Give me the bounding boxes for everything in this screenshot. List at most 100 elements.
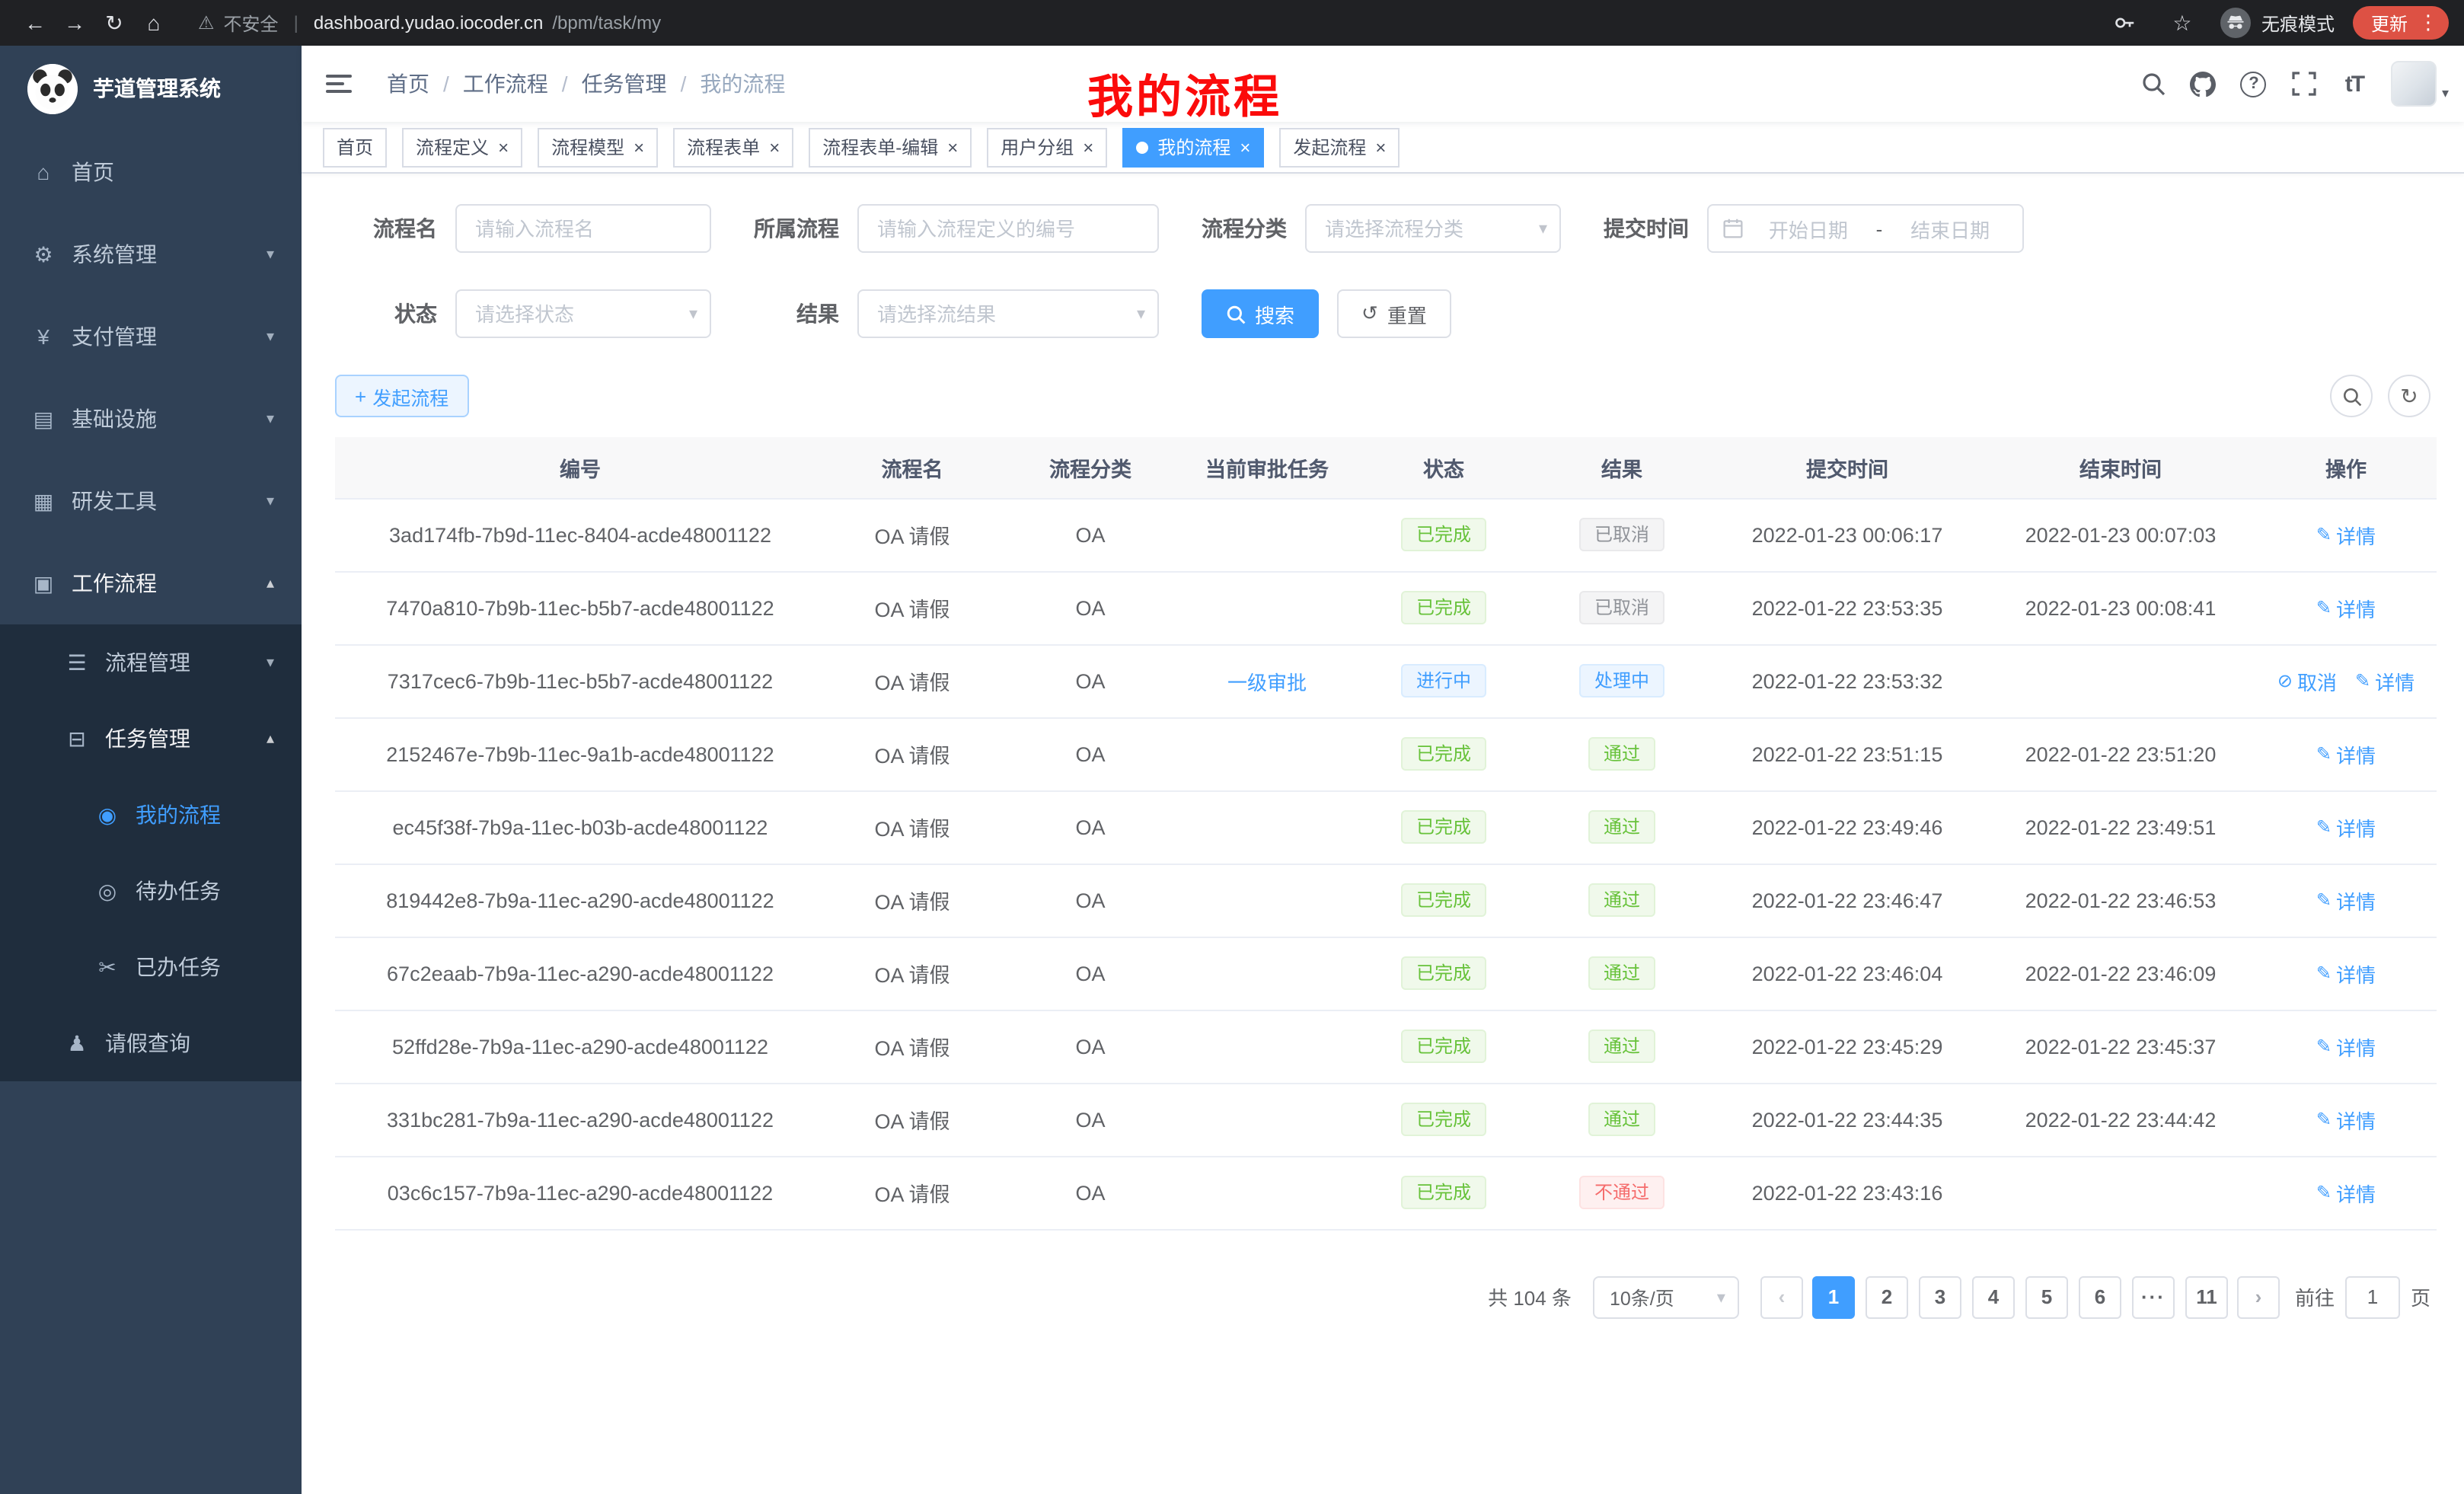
- back-icon[interactable]: ←: [15, 3, 55, 43]
- page-button-5[interactable]: 5: [2025, 1275, 2068, 1318]
- update-button[interactable]: 更新 ⋮: [2353, 6, 2449, 40]
- status-badge: 已完成: [1401, 956, 1486, 990]
- detail-link[interactable]: ✎详情: [2316, 959, 2376, 988]
- cancel-link[interactable]: ⊘取消: [2277, 666, 2337, 695]
- close-icon[interactable]: ×: [1240, 138, 1250, 156]
- page-button-1[interactable]: 1: [1812, 1275, 1855, 1318]
- address-bar[interactable]: ⚠ 不安全 | dashboard.yudao.iocoder.cn/bpm/t…: [198, 10, 2105, 36]
- refresh-table-button[interactable]: ↻: [2388, 375, 2430, 417]
- toggle-search-button[interactable]: [2330, 375, 2373, 417]
- user-avatar[interactable]: [2392, 61, 2437, 107]
- page-button-3[interactable]: 3: [1919, 1275, 1961, 1318]
- reset-button[interactable]: ↺ 重置: [1337, 289, 1451, 338]
- fullscreen-icon[interactable]: [2279, 59, 2329, 108]
- status-select[interactable]: [455, 289, 711, 338]
- screen: ← → ↻ ⌂ ⚠ 不安全 | dashboard.yudao.iocoder.…: [0, 0, 2464, 1494]
- detail-link[interactable]: ✎详情: [2316, 739, 2376, 768]
- prev-page-button[interactable]: ‹: [1760, 1275, 1803, 1318]
- create-process-button[interactable]: + 发起流程: [335, 375, 468, 417]
- date-range-picker[interactable]: 开始日期 - 结束日期: [1707, 204, 2024, 253]
- home-icon[interactable]: ⌂: [134, 3, 174, 43]
- tab-label: 用户分组: [1001, 134, 1074, 160]
- sidebar-item-dev-tools[interactable]: ▦研发工具▾: [0, 460, 302, 542]
- current-task-link[interactable]: 一级审批: [1227, 666, 1307, 695]
- filter-submit-time: 提交时间 开始日期 - 结束日期: [1604, 204, 2024, 253]
- sidebar-item-workflow[interactable]: ▣工作流程▴: [0, 542, 302, 624]
- sidebar-item-process-management[interactable]: ☰流程管理▾: [0, 624, 302, 701]
- sidebar-item-label: 请假查询: [105, 1028, 190, 1058]
- detail-link[interactable]: ✎详情: [2316, 520, 2376, 549]
- search-button[interactable]: 搜索: [1202, 289, 1319, 338]
- next-page-button[interactable]: ›: [2237, 1275, 2280, 1318]
- sidebar-item-infrastructure[interactable]: ▤基础设施▾: [0, 378, 302, 460]
- eye-icon: ◎: [94, 878, 120, 904]
- chat-icon: ◉: [94, 802, 120, 828]
- tab-流程表单[interactable]: 流程表单×: [673, 127, 793, 167]
- tab-首页[interactable]: 首页: [323, 127, 387, 167]
- bookmark-star-icon[interactable]: ☆: [2162, 3, 2202, 43]
- sidebar-item-leave-query[interactable]: ♟ 请假查询: [0, 1005, 302, 1081]
- process-name-input[interactable]: [455, 204, 711, 253]
- cell-end-time: 2022-01-23 00:08:41: [1986, 571, 2255, 644]
- result-select[interactable]: [857, 289, 1159, 338]
- detail-link[interactable]: ✎详情: [2355, 666, 2415, 695]
- sidebar-item-system-management[interactable]: ⚙系统管理▾: [0, 213, 302, 295]
- cell-result: 通过: [1535, 790, 1709, 864]
- sidebar-item-task-management[interactable]: ⊟任务管理▴: [0, 701, 302, 777]
- user-icon: ♟: [64, 1030, 90, 1056]
- page-button-6[interactable]: 6: [2079, 1275, 2121, 1318]
- sidebar-item-done-tasks[interactable]: ✂已办任务: [0, 929, 302, 1005]
- category-select[interactable]: [1305, 204, 1561, 253]
- tab-label: 我的流程: [1157, 134, 1230, 160]
- hamburger-icon[interactable]: [302, 46, 378, 122]
- tab-流程模型[interactable]: 流程模型×: [538, 127, 658, 167]
- breadcrumb-item[interactable]: 任务管理: [582, 69, 667, 99]
- detail-link[interactable]: ✎详情: [2316, 1105, 2376, 1134]
- action-label: 取消: [2297, 666, 2337, 695]
- tab-用户分组[interactable]: 用户分组 ×: [987, 127, 1107, 167]
- cell-result: 通过: [1535, 1010, 1709, 1083]
- breadcrumb-item[interactable]: 工作流程: [463, 69, 548, 99]
- detail-link[interactable]: ✎详情: [2316, 1178, 2376, 1207]
- sidebar-item-payment-management[interactable]: ¥支付管理▾: [0, 295, 302, 378]
- close-icon[interactable]: ×: [498, 138, 509, 156]
- sidebar-logo[interactable]: 芋道管理系统: [0, 46, 302, 131]
- detail-link[interactable]: ✎详情: [2316, 593, 2376, 622]
- sidebar-item-home[interactable]: ⌂首页: [0, 131, 302, 213]
- sidebar-item-my-process[interactable]: ◉我的流程: [0, 777, 302, 853]
- detail-link[interactable]: ✎详情: [2316, 812, 2376, 841]
- page-size-select[interactable]: ▾: [1593, 1275, 1739, 1318]
- breadcrumb-item[interactable]: 首页: [387, 69, 429, 99]
- tab-流程定义[interactable]: 流程定义×: [402, 127, 522, 167]
- close-icon[interactable]: ×: [769, 138, 780, 156]
- page-button-2[interactable]: 2: [1866, 1275, 1908, 1318]
- kebab-menu-icon[interactable]: ⋮: [2418, 11, 2438, 35]
- cell-category: OA: [999, 790, 1182, 864]
- reload-icon[interactable]: ↻: [94, 3, 134, 43]
- pager-ellipsis[interactable]: ···: [2132, 1275, 2175, 1318]
- tab-流程表单-编辑[interactable]: 流程表单-编辑×: [809, 127, 972, 167]
- close-icon[interactable]: ×: [634, 138, 644, 156]
- sidebar-item-todo-tasks[interactable]: ◎待办任务: [0, 853, 302, 929]
- page-size-input[interactable]: [1593, 1275, 1739, 1318]
- help-icon[interactable]: ?: [2229, 59, 2279, 108]
- search-icon[interactable]: [2128, 59, 2178, 108]
- breadcrumb-separator: /: [443, 72, 449, 96]
- close-icon[interactable]: ×: [1083, 138, 1093, 156]
- page-button-11[interactable]: 11: [2185, 1275, 2228, 1318]
- font-size-icon[interactable]: tT: [2329, 59, 2379, 108]
- tab-我的流程[interactable]: 我的流程 ×: [1122, 127, 1264, 167]
- process-definition-input[interactable]: [857, 204, 1159, 253]
- page-button-4[interactable]: 4: [1972, 1275, 2015, 1318]
- forward-icon[interactable]: →: [55, 3, 94, 43]
- detail-link[interactable]: ✎详情: [2316, 886, 2376, 915]
- github-icon[interactable]: [2178, 59, 2229, 108]
- close-icon[interactable]: ×: [947, 138, 958, 156]
- tab-发起流程[interactable]: 发起流程×: [1279, 127, 1400, 167]
- detail-link[interactable]: ✎详情: [2316, 1032, 2376, 1061]
- address-separator: |: [294, 12, 298, 34]
- close-icon[interactable]: ×: [1375, 138, 1386, 156]
- key-icon[interactable]: [2105, 3, 2144, 43]
- goto-page: 前往 页: [2295, 1275, 2430, 1318]
- goto-page-input[interactable]: [2345, 1275, 2400, 1318]
